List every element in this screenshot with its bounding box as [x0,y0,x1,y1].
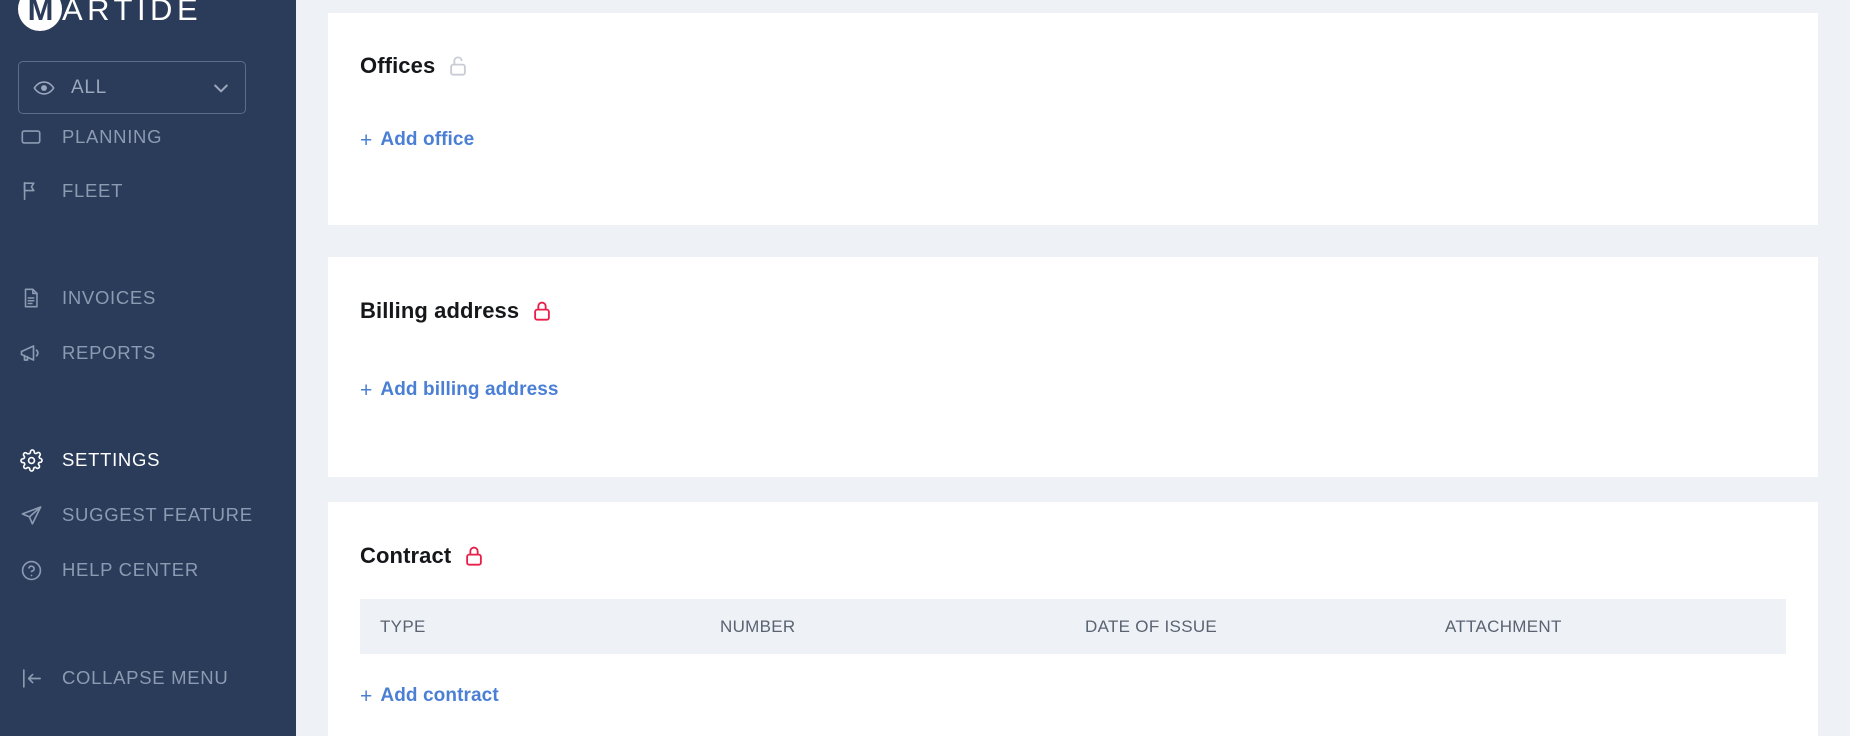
eye-icon [33,77,55,99]
contract-card: Contract TYPE NUMBER DATE OF ISSUE ATTAC… [328,502,1818,736]
sidebar-item-label: FLEET [62,180,124,201]
sidebar-item-fleet[interactable]: FLEET [0,168,296,214]
add-billing-address-label: Add billing address [380,379,559,400]
billing-address-card: Billing address + Add billing address [328,257,1818,477]
contract-column-type: TYPE [380,616,426,636]
lock-icon [463,543,485,569]
brand-logo[interactable]: M ARTIDE [18,0,202,32]
app-root: M ARTIDE ALL PLANNING FLEET INVOICES REP… [0,0,1853,736]
contract-column-date-of-issue: DATE OF ISSUE [1085,616,1218,636]
lock-icon [531,298,553,324]
billing-address-section-title: Billing address [360,298,1786,324]
sidebar-item-label: HELP CENTER [62,559,199,580]
question-circle-icon [18,557,44,583]
sidebar-item-reports[interactable]: REPORTS [0,330,296,376]
add-billing-address-button[interactable]: + Add billing address [360,379,559,401]
plus-icon: + [360,378,373,402]
offices-card: Offices + Add office [328,13,1818,225]
sidebar-item-label: SETTINGS [62,449,161,470]
martide-logo-icon: M [18,0,62,31]
logo-mark-letter: M [27,0,54,27]
offices-title-text: Offices [360,53,436,78]
offices-section-title: Offices [360,53,1786,79]
plus-icon: + [360,684,373,708]
sidebar-item-label: PLANNING [62,126,163,147]
sidebar-item-label: REPORTS [62,342,156,363]
sidebar-item-planning[interactable]: PLANNING [0,114,296,160]
gear-icon [18,447,44,473]
planning-icon [18,124,44,150]
vessel-filter-label: ALL [71,76,107,98]
sidebar-item-label: SUGGEST FEATURE [62,504,253,525]
unlock-icon [447,53,469,79]
sidebar-item-settings[interactable]: SETTINGS [0,437,296,483]
main-content: Offices + Add office Billing address + A… [296,0,1853,736]
sidebar-item-label: COLLAPSE MENU [62,667,229,688]
add-contract-button[interactable]: + Add contract [360,685,499,707]
sidebar-item-help-center[interactable]: HELP CENTER [0,547,296,593]
sidebar-item-collapse-menu[interactable]: COLLAPSE MENU [0,655,296,701]
chevron-down-icon [211,78,231,98]
sidebar-item-label: INVOICES [62,287,157,308]
megaphone-icon [18,340,44,366]
add-contract-label: Add contract [380,685,499,706]
sidebar-item-suggest-feature[interactable]: SUGGEST FEATURE [0,492,296,538]
sidebar-item-invoices[interactable]: INVOICES [0,275,296,321]
billing-address-title-text: Billing address [360,298,520,323]
collapse-left-icon [18,665,44,691]
flag-icon [18,178,44,204]
contract-column-attachment: ATTACHMENT [1445,616,1562,636]
add-office-label: Add office [380,129,475,150]
sidebar: M ARTIDE ALL PLANNING FLEET INVOICES REP… [0,0,296,736]
paper-plane-icon [18,502,44,528]
plus-icon: + [360,128,373,152]
vessel-filter-dropdown[interactable]: ALL [18,61,246,114]
contract-section-title: Contract [360,543,1786,569]
brand-name: ARTIDE [62,0,203,27]
contract-table-header: TYPE NUMBER DATE OF ISSUE ATTACHMENT [360,599,1786,654]
document-icon [18,285,44,311]
contract-column-number: NUMBER [720,616,796,636]
contract-title-text: Contract [360,543,452,568]
add-office-button[interactable]: + Add office [360,129,474,151]
